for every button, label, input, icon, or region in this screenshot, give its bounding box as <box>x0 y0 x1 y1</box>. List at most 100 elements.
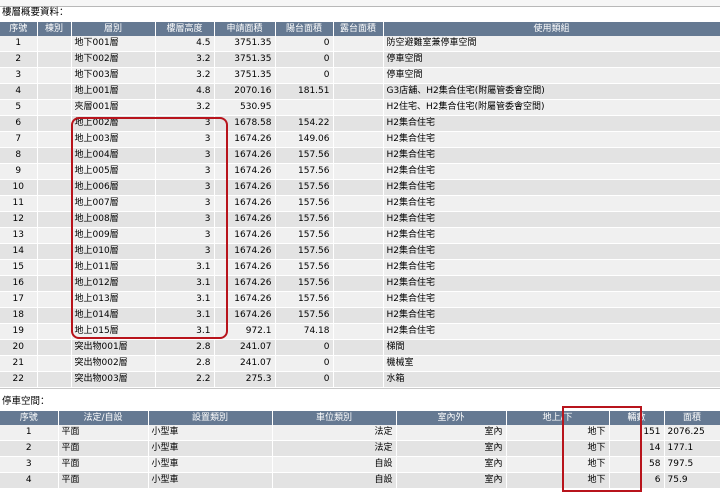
cell-balcony: 157.56 <box>275 227 334 244</box>
cell-floor: 地上015層 <box>71 323 156 340</box>
cell-indoor: 室內 <box>396 425 507 441</box>
parking-section-title: 停車空間： <box>2 396 50 407</box>
cell-balcony: 157.56 <box>275 211 334 228</box>
cell-no: 19 <box>0 323 38 340</box>
cell-no: 7 <box>0 131 38 148</box>
cell-height: 3.2 <box>155 99 215 116</box>
col-header-no: 序號 <box>0 411 59 425</box>
cell-floor: 突出物002層 <box>71 355 156 372</box>
cell-floor: 地上002層 <box>71 115 156 132</box>
cell-building <box>37 51 72 68</box>
cell-use: H2集合住宅 <box>383 115 720 132</box>
cell-balcony: 149.06 <box>275 131 334 148</box>
section-divider <box>0 388 720 389</box>
cell-balcony: 154.22 <box>275 115 334 132</box>
cell-height: 3.2 <box>155 51 215 68</box>
cell-area: 3751.35 <box>214 67 276 84</box>
cell-use: H2集合住宅 <box>383 307 720 324</box>
cell-category: 自設 <box>272 456 397 473</box>
cell-area: 530.95 <box>214 99 276 116</box>
cell-floor: 地上006層 <box>71 179 156 196</box>
cell-floor: 地上001層 <box>71 83 156 100</box>
cell-area: 1674.26 <box>214 307 276 324</box>
cell-height: 3 <box>155 227 215 244</box>
cell-balcony: 181.51 <box>275 83 334 100</box>
cell-building <box>37 36 72 52</box>
cell-use: H2集合住宅 <box>383 227 720 244</box>
cell-use: 梯間 <box>383 339 720 356</box>
cell-category: 法定 <box>272 425 397 441</box>
cell-height: 2.2 <box>155 371 215 388</box>
cell-no: 15 <box>0 259 38 276</box>
cell-use: 防空避難室兼停車空間 <box>383 36 720 52</box>
cell-no: 4 <box>0 472 59 489</box>
cell-indoor: 室內 <box>396 472 507 489</box>
cell-area: 1674.26 <box>214 195 276 212</box>
cell-no: 2 <box>0 51 38 68</box>
cell-floor: 地下001層 <box>71 36 156 52</box>
cell-no: 3 <box>0 67 38 84</box>
floor-row: 1 地下001層 4.5 3751.35 0 防空避難室兼停車空間 <box>0 36 720 52</box>
cell-no: 11 <box>0 195 38 212</box>
cell-area: 3751.35 <box>214 51 276 68</box>
cell-level: 地下 <box>506 440 610 457</box>
floor-row: 22 突出物003層 2.2 275.3 0 水箱 <box>0 371 720 388</box>
cell-terrace <box>333 227 384 244</box>
cell-area: 1674.26 <box>214 243 276 260</box>
col-header-floor: 層別 <box>71 22 156 36</box>
cell-terrace <box>333 67 384 84</box>
cell-balcony: 0 <box>275 371 334 388</box>
cell-terrace <box>333 36 384 52</box>
cell-count: 151 <box>609 425 665 441</box>
cell-floor: 地上007層 <box>71 195 156 212</box>
cell-floor: 地上011層 <box>71 259 156 276</box>
floor-row: 21 突出物002層 2.8 241.07 0 機械室 <box>0 355 720 372</box>
cell-terrace <box>333 371 384 388</box>
floor-row: 8 地上004層 3 1674.26 157.56 H2集合住宅 <box>0 147 720 164</box>
cell-no: 22 <box>0 371 38 388</box>
cell-terrace <box>333 259 384 276</box>
cell-use: 停車空間 <box>383 51 720 68</box>
floor-row: 6 地上002層 3 1678.58 154.22 H2集合住宅 <box>0 115 720 132</box>
col-header-indoor: 室內外 <box>396 411 507 425</box>
cell-floor: 突出物001層 <box>71 339 156 356</box>
cell-terrace <box>333 211 384 228</box>
cell-terrace <box>333 307 384 324</box>
cell-no: 13 <box>0 227 38 244</box>
cell-terrace <box>333 323 384 340</box>
cell-floor: 地上009層 <box>71 227 156 244</box>
cell-no: 4 <box>0 83 38 100</box>
cell-terrace <box>333 51 384 68</box>
cell-no: 20 <box>0 339 38 356</box>
cell-area: 972.1 <box>214 323 276 340</box>
cell-category: 法定 <box>272 440 397 457</box>
parking-header-row: 序號 法定/自設 設置類別 車位類別 室內外 地上/下 輛數 面積 <box>0 411 720 425</box>
cell-height: 3 <box>155 131 215 148</box>
cell-height: 3.1 <box>155 275 215 292</box>
cell-no: 6 <box>0 115 38 132</box>
cell-legal: 平面 <box>58 440 149 457</box>
cell-building <box>37 227 72 244</box>
cell-terrace <box>333 83 384 100</box>
cell-area: 275.3 <box>214 371 276 388</box>
cell-building <box>37 211 72 228</box>
cell-area: 1674.26 <box>214 227 276 244</box>
cell-terrace <box>333 147 384 164</box>
cell-kind: 小型車 <box>148 425 273 441</box>
cell-balcony: 0 <box>275 67 334 84</box>
cell-building <box>37 163 72 180</box>
cell-use: H2集合住宅 <box>383 323 720 340</box>
floor-row: 9 地上005層 3 1674.26 157.56 H2集合住宅 <box>0 163 720 180</box>
cell-balcony: 157.56 <box>275 259 334 276</box>
floor-row: 10 地上006層 3 1674.26 157.56 H2集合住宅 <box>0 179 720 196</box>
floor-row: 18 地上014層 3.1 1674.26 157.56 H2集合住宅 <box>0 307 720 324</box>
cell-no: 9 <box>0 163 38 180</box>
cell-indoor: 室內 <box>396 440 507 457</box>
cell-kind: 小型車 <box>148 440 273 457</box>
cell-use: G3店舖、H2集合住宅(附屬管委會空間) <box>383 83 720 100</box>
cell-area: 1674.26 <box>214 163 276 180</box>
cell-use: H2集合住宅 <box>383 195 720 212</box>
cell-terrace <box>333 163 384 180</box>
cell-height: 2.8 <box>155 339 215 356</box>
cell-legal: 平面 <box>58 456 149 473</box>
